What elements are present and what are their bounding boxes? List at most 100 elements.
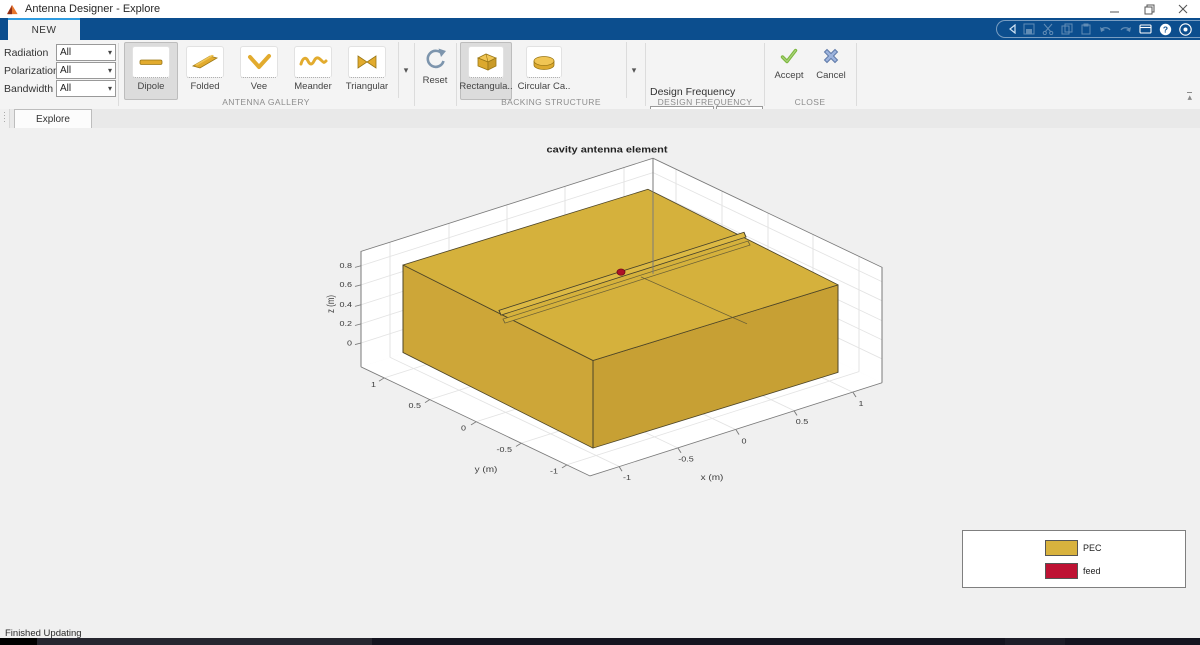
taskbar-segment	[1005, 638, 1065, 645]
save-icon[interactable]	[1023, 23, 1035, 35]
divider	[764, 43, 765, 106]
pec-swatch	[1045, 540, 1078, 556]
undo-icon[interactable]	[1099, 23, 1112, 35]
svg-text:0: 0	[347, 339, 353, 347]
tab-new[interactable]: NEW	[8, 18, 80, 40]
polarization-dropdown[interactable]: All▾	[56, 62, 116, 79]
status-bar: Finished Updating	[0, 628, 1200, 638]
minimize-button[interactable]	[1098, 0, 1132, 18]
design-frequency-section-label: DESIGN FREQUENCY	[648, 97, 762, 109]
cancel-button[interactable]: Cancel	[810, 46, 852, 98]
radiation-value: All	[60, 47, 71, 58]
svg-text:0.5: 0.5	[409, 402, 422, 410]
gallery-dropdown-button[interactable]: ▾	[398, 42, 413, 98]
svg-text:0.4: 0.4	[340, 301, 353, 309]
svg-text:1: 1	[371, 381, 377, 389]
divider	[118, 43, 119, 106]
filter-group: Radiation All▾ Polarization All▾ Bandwid…	[4, 44, 116, 98]
divider	[456, 43, 457, 106]
backing-dropdown-button[interactable]: ▾	[626, 42, 641, 98]
figure-area: 0.8 0.6 0.4 0.2 0 1 0.5 0 -0.5 -1 -1 -0.…	[0, 128, 1200, 628]
vee-icon	[242, 49, 276, 75]
reset-button[interactable]: Reset	[416, 46, 454, 98]
bandwidth-value: All	[60, 83, 71, 94]
radiation-label: Radiation	[4, 47, 56, 59]
app-window: Antenna Designer - Explore NEW	[0, 0, 1200, 645]
close-button[interactable]	[1166, 0, 1200, 18]
svg-text:-0.5: -0.5	[678, 455, 694, 463]
legend-item-feed: feed	[1045, 563, 1101, 579]
x-axis-label: x (m)	[701, 473, 724, 482]
cancel-label: Cancel	[816, 70, 846, 81]
cut-icon[interactable]	[1042, 23, 1054, 35]
polarization-value: All	[60, 65, 71, 76]
accept-check-icon	[779, 46, 799, 66]
help-icon[interactable]: ?	[1159, 23, 1172, 36]
reset-label: Reset	[423, 75, 448, 86]
backing-item-circular[interactable]: Circular Ca..	[514, 42, 574, 100]
svg-text:0.2: 0.2	[340, 320, 353, 328]
tab-explore[interactable]: Explore	[14, 109, 92, 128]
svg-text:-0.5: -0.5	[496, 446, 512, 454]
svg-text:0.8: 0.8	[340, 262, 353, 270]
folded-dipole-icon	[188, 49, 222, 75]
reset-icon	[422, 46, 448, 72]
close-section-label: CLOSE	[766, 97, 854, 109]
collapse-ribbon-button[interactable]: ▴	[1187, 92, 1192, 101]
cancel-x-icon	[821, 46, 841, 66]
radiation-dropdown[interactable]: All ▾	[56, 44, 116, 61]
layout-icon[interactable]	[1139, 23, 1152, 35]
collapse-qat-icon[interactable]	[1009, 24, 1016, 34]
ribbon-tab-band: NEW ?	[0, 18, 1200, 40]
feed-swatch	[1045, 563, 1078, 579]
taskbar-segment	[0, 638, 37, 645]
plot-legend[interactable]: PEC feed	[962, 530, 1186, 588]
svg-text:-1: -1	[550, 467, 559, 475]
rectangular-cavity-icon	[469, 49, 503, 75]
quick-access-toolbar: ?	[996, 20, 1200, 38]
copy-icon[interactable]	[1061, 23, 1073, 35]
svg-text:0: 0	[461, 424, 467, 432]
chevron-down-icon: ▾	[108, 48, 112, 57]
svg-text:0.5: 0.5	[796, 418, 809, 426]
legend-item-pec: PEC	[1045, 540, 1102, 556]
divider	[414, 43, 415, 106]
gallery-item-folded[interactable]: Folded	[178, 42, 232, 100]
taskbar-segment	[37, 638, 372, 645]
circular-cavity-icon	[527, 49, 561, 75]
antenna-gallery-section-label: ANTENNA GALLERY	[120, 97, 412, 109]
restore-button[interactable]	[1132, 0, 1166, 18]
pec-label: PEC	[1083, 543, 1102, 553]
gallery-item-label: Triangular	[346, 81, 388, 92]
gallery-item-vee[interactable]: Vee	[232, 42, 286, 100]
gallery-item-dipole[interactable]: Dipole	[124, 42, 178, 100]
document-tab-bar: Explore	[0, 109, 1200, 129]
bandwidth-label: Bandwidth	[4, 83, 56, 95]
svg-text:?: ?	[1163, 24, 1168, 34]
redo-icon[interactable]	[1119, 23, 1132, 35]
svg-text:0: 0	[741, 437, 747, 445]
backing-structure-section-label: BACKING STRUCTURE	[458, 97, 644, 109]
gallery-item-label: Folded	[190, 81, 219, 92]
ribbon: Radiation All▾ Polarization All▾ Bandwid…	[0, 40, 1200, 110]
resources-icon[interactable]	[1179, 23, 1192, 36]
gallery-item-meander[interactable]: Meander	[286, 42, 340, 100]
meander-icon	[296, 49, 330, 75]
z-axis-label: z (m)	[325, 295, 336, 313]
divider	[645, 43, 646, 106]
feed-label: feed	[1083, 566, 1101, 576]
gallery-item-label: Dipole	[138, 81, 165, 92]
taskbar-sliver	[0, 638, 1200, 645]
svg-text:-1: -1	[623, 474, 632, 482]
divider	[856, 43, 857, 106]
dipole-icon	[134, 49, 168, 75]
y-axis-label: y (m)	[475, 465, 498, 474]
tab-explore-label: Explore	[36, 114, 70, 125]
svg-text:1: 1	[858, 400, 864, 408]
backing-item-rectangular[interactable]: Rectangula..	[460, 42, 512, 100]
panel-drag-handle[interactable]	[0, 109, 10, 128]
gallery-item-triangular[interactable]: Triangular	[340, 42, 394, 100]
bandwidth-dropdown[interactable]: All▾	[56, 80, 116, 97]
paste-icon[interactable]	[1080, 23, 1092, 35]
accept-button[interactable]: Accept	[768, 46, 810, 98]
